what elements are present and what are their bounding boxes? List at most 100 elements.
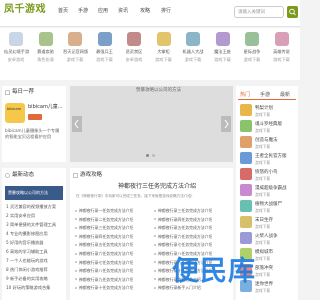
- app-label[interactable]: 赛道疾驰: [34, 49, 58, 54]
- rank-app-name[interactable]: 漫威超级争霸战: [255, 185, 287, 191]
- news-item[interactable]: 1 灵活兼容的视频播放方案: [6, 204, 56, 210]
- rank-app-name[interactable]: 愤怒的小鸟: [255, 169, 278, 175]
- app-label[interactable]: 大掌柜: [152, 49, 176, 54]
- app-label[interactable]: 吞天记官网版: [63, 49, 88, 54]
- app-icon[interactable]: [156, 32, 171, 46]
- news-item[interactable]: 4 专业的摄影修图应用: [6, 231, 48, 237]
- news-item[interactable]: 10 好玩的策略游戏合集: [6, 285, 50, 291]
- guide-item[interactable]: 神都夜行录七任务完成方法介绍: [158, 242, 212, 248]
- app-icon[interactable]: [38, 32, 53, 46]
- app-icon[interactable]: [97, 32, 112, 46]
- banner-slider[interactable]: 赞暴攻略以公司的方法: [70, 86, 233, 162]
- guide-headline[interactable]: 神都夜行三任务完成方法介绍: [118, 184, 196, 190]
- rank-app-icon[interactable]: [240, 200, 252, 212]
- rank-app-category: 游戏下载: [255, 287, 271, 293]
- rank-app-icon[interactable]: [240, 232, 252, 244]
- app-icon[interactable]: [215, 32, 230, 46]
- guide-item[interactable]: 神都夜行录三任务完成方法介绍: [158, 208, 212, 214]
- guide-item[interactable]: 神都夜行录九任务完成方法介绍: [79, 277, 133, 283]
- slider-dot[interactable]: [152, 154, 155, 157]
- news-item[interactable]: 8 热门休闲小游戏推荐: [6, 267, 48, 273]
- prev-arrow-icon[interactable]: [72, 116, 82, 132]
- banner-caption: 赞暴攻略以公司的方法: [136, 88, 181, 93]
- rank-app-name[interactable]: 王者全民官方版: [255, 153, 287, 159]
- nav-item-apps[interactable]: 应用: [98, 9, 108, 14]
- rank-app-name[interactable]: 部落冲突: [255, 265, 273, 271]
- guide-item[interactable]: 神都夜行录六任务完成方法介绍: [158, 234, 212, 240]
- guide-item[interactable]: 神都夜行录二任务完成方法介绍: [79, 217, 133, 223]
- nav-item-games[interactable]: 手游: [78, 9, 88, 14]
- guide-item[interactable]: 神都夜行录四任务完成方法介绍: [79, 234, 133, 240]
- news-item[interactable]: 5 好用的音乐播放器: [6, 240, 44, 246]
- bullet-icon: [75, 252, 77, 255]
- app-icon[interactable]: [9, 32, 23, 46]
- news-item[interactable]: 2 实用安卓应用: [6, 213, 35, 219]
- tab-mobile[interactable]: 手游: [260, 91, 270, 98]
- app-label[interactable]: 最强兵王: [93, 49, 117, 54]
- search-input[interactable]: 请输入关键词: [234, 6, 284, 18]
- app-label[interactable]: 仙灵幻境手游: [4, 49, 29, 54]
- bullet-icon: [75, 218, 77, 221]
- nav-item-news[interactable]: 资讯: [118, 9, 128, 14]
- app-icon[interactable]: [127, 32, 141, 46]
- rank-app-icon[interactable]: [240, 216, 252, 228]
- news-item[interactable]: 6 高效的学习辅助工具: [6, 249, 48, 255]
- news-item[interactable]: 3 简单便捷的文件管理工具: [6, 222, 56, 228]
- rank-app-icon[interactable]: [240, 136, 252, 148]
- guide-item[interactable]: 神都夜行录七任务完成方法介绍: [79, 260, 133, 266]
- daily-app-name[interactable]: bibicam儿童...: [28, 105, 63, 110]
- clock-icon: [5, 173, 10, 178]
- app-label[interactable]: 恶灵禁区: [122, 49, 146, 54]
- rank-app-name[interactable]: 植物大战僵尸: [255, 201, 282, 207]
- site-logo[interactable]: 凤千游戏: [4, 5, 46, 15]
- app-icon[interactable]: [68, 32, 82, 46]
- rank-app-name[interactable]: 创造与魔法: [255, 137, 278, 143]
- guide-item[interactable]: 神都夜行录六任务完成方法介绍: [79, 251, 133, 257]
- search-icon[interactable]: [287, 6, 298, 18]
- rank-app-name[interactable]: 迷你世界: [255, 281, 273, 287]
- news-highlight[interactable]: 赞暴攻略以公司的方法: [5, 186, 63, 200]
- app-label[interactable]: 英雄传说: [270, 49, 294, 54]
- app-label[interactable]: 魔法王座: [211, 49, 235, 54]
- download-button[interactable]: [28, 114, 42, 120]
- app-icon[interactable]: [274, 32, 289, 46]
- nav-item-guides[interactable]: 攻略: [140, 9, 150, 14]
- rank-app-name[interactable]: 末日生存: [255, 217, 273, 223]
- guide-item[interactable]: 神都夜行录五任务完成方法介绍: [158, 225, 212, 231]
- rank-app-icon[interactable]: [240, 120, 252, 132]
- nav-item-ranking[interactable]: 排行: [161, 9, 171, 14]
- app-category: 游戏下载: [184, 57, 202, 62]
- guide-item[interactable]: 神都夜行录十任务完成方法介绍: [79, 285, 133, 291]
- tab-hot[interactable]: 热门: [240, 91, 250, 98]
- slider-dot[interactable]: [146, 154, 149, 157]
- next-arrow-icon[interactable]: [221, 116, 231, 132]
- app-category: 游戏下载: [66, 57, 84, 62]
- rank-app-name[interactable]: 模拟城市: [255, 249, 273, 255]
- rank-app-icon[interactable]: [240, 152, 252, 164]
- app-label[interactable]: 机器人大战: [181, 49, 205, 54]
- rank-app-name[interactable]: 鸭梨计划: [255, 105, 273, 111]
- rank-app-name[interactable]: 火柴人战争: [255, 233, 278, 239]
- rank-app-category: 游戏下载: [255, 111, 271, 117]
- rank-app-icon[interactable]: [240, 104, 252, 116]
- rank-app-icon[interactable]: [240, 184, 252, 196]
- news-card: 最新动态 赞暴攻略以公司的方法 1 灵活兼容的视频播放方案 2 实用安卓应用 3 简…: [2, 168, 66, 300]
- bullet-icon: [154, 278, 156, 281]
- nav-item-home[interactable]: 首页: [58, 9, 68, 14]
- news-highlight-text: 赞暴攻略以公司的方法: [8, 190, 48, 195]
- news-item[interactable]: 9 新手必备的实用攻略: [6, 276, 48, 282]
- guide-item[interactable]: 神都夜行录三任务完成方法介绍: [79, 225, 133, 231]
- rank-app-category: 游戏下载: [255, 191, 271, 197]
- app-icon[interactable]: [186, 32, 200, 46]
- rank-app-icon[interactable]: [240, 168, 252, 180]
- daily-app-icon[interactable]: [5, 103, 25, 123]
- guide-item[interactable]: 神都夜行录五任务完成方法介绍: [79, 242, 133, 248]
- rank-app-name[interactable]: 魂斗罗经典版: [255, 121, 282, 127]
- guide-item[interactable]: 神都夜行录一任务完成方法介绍: [79, 208, 133, 214]
- app-icon[interactable]: [245, 32, 259, 46]
- tab-latest[interactable]: 最新: [280, 91, 290, 98]
- news-item[interactable]: 7 一个人也能玩的游戏: [6, 258, 48, 264]
- guide-item[interactable]: 神都夜行录八任务完成方法介绍: [79, 268, 133, 274]
- guide-item[interactable]: 神都夜行录四任务完成方法介绍: [158, 217, 212, 223]
- app-label[interactable]: 星际战争: [240, 49, 264, 54]
